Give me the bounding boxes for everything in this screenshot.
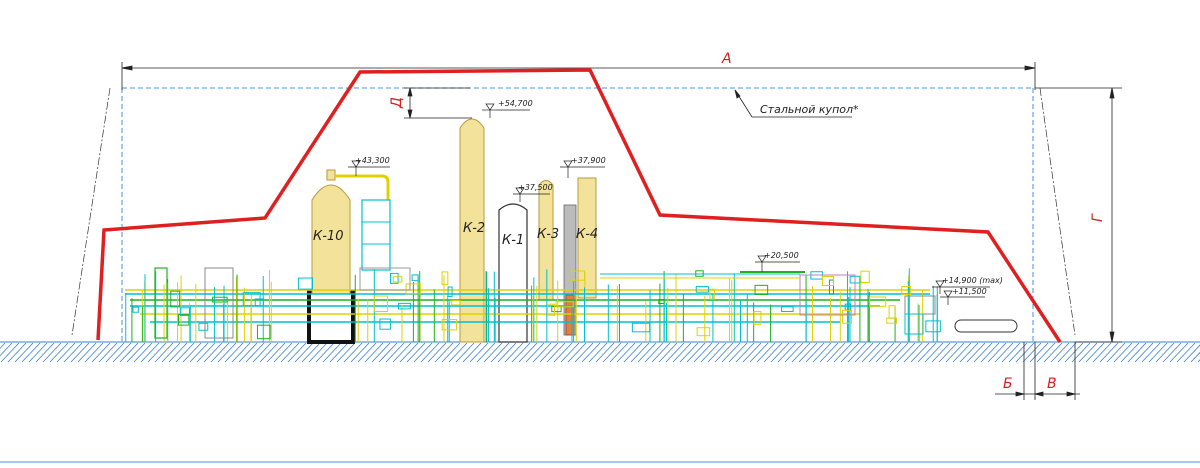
column-k10-label: К-10	[313, 229, 343, 244]
elevation-20500: +20,500	[764, 251, 799, 260]
dimension-a-label: А	[721, 51, 732, 67]
piping-and-structures	[125, 199, 941, 342]
plant-section-drawing: А Г Д Б В Стальной купол* К-10 К-2 К-1 К…	[0, 51, 1200, 463]
stack	[563, 204, 577, 336]
column-k2-label: К-2	[463, 221, 485, 236]
elevation-43300: +43,300	[355, 156, 390, 165]
elevation-markers	[348, 103, 990, 305]
dimension-a	[121, 62, 1036, 90]
column-k3-label: К-3	[537, 227, 559, 242]
elevation-11500: +11,500	[952, 287, 987, 296]
horizontal-tank	[954, 319, 1018, 333]
ground	[0, 341, 1200, 363]
dome-label: Стальной купол*	[760, 103, 859, 116]
dimension-b-label: Б	[1003, 376, 1013, 392]
dimension-g-label: Г	[1090, 213, 1106, 222]
dimension-g	[1035, 87, 1122, 343]
dimension-d-label: Д	[389, 97, 405, 109]
elevation-54700: +54,700	[498, 99, 533, 108]
elevation-37500: +37,500	[518, 183, 553, 192]
column-k10	[307, 169, 390, 344]
column-k4-label: К-4	[576, 227, 598, 242]
elevation-37900: +37,900	[571, 156, 606, 165]
dimension-v-label: В	[1047, 376, 1057, 392]
elevation-14900: +14,900 (max)	[942, 276, 1003, 285]
column-k1-label: К-1	[502, 233, 524, 248]
dimension-d	[404, 87, 472, 119]
